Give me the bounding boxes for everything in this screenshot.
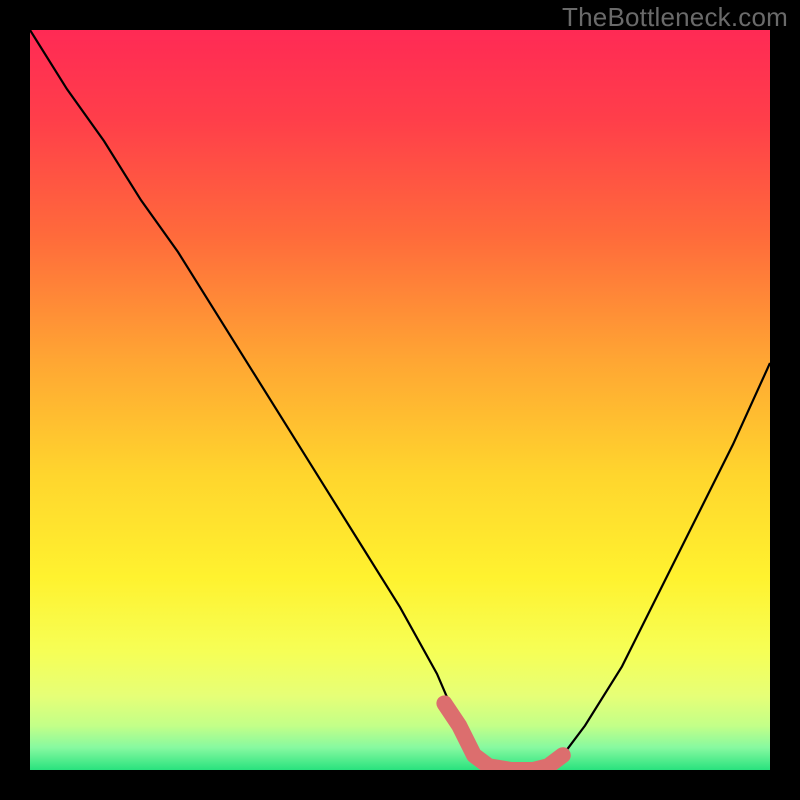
chart-background	[30, 30, 770, 770]
frame: TheBottleneck.com	[0, 0, 800, 800]
chart-svg	[30, 30, 770, 770]
chart-plot-area	[30, 30, 770, 770]
watermark-text: TheBottleneck.com	[562, 2, 788, 33]
